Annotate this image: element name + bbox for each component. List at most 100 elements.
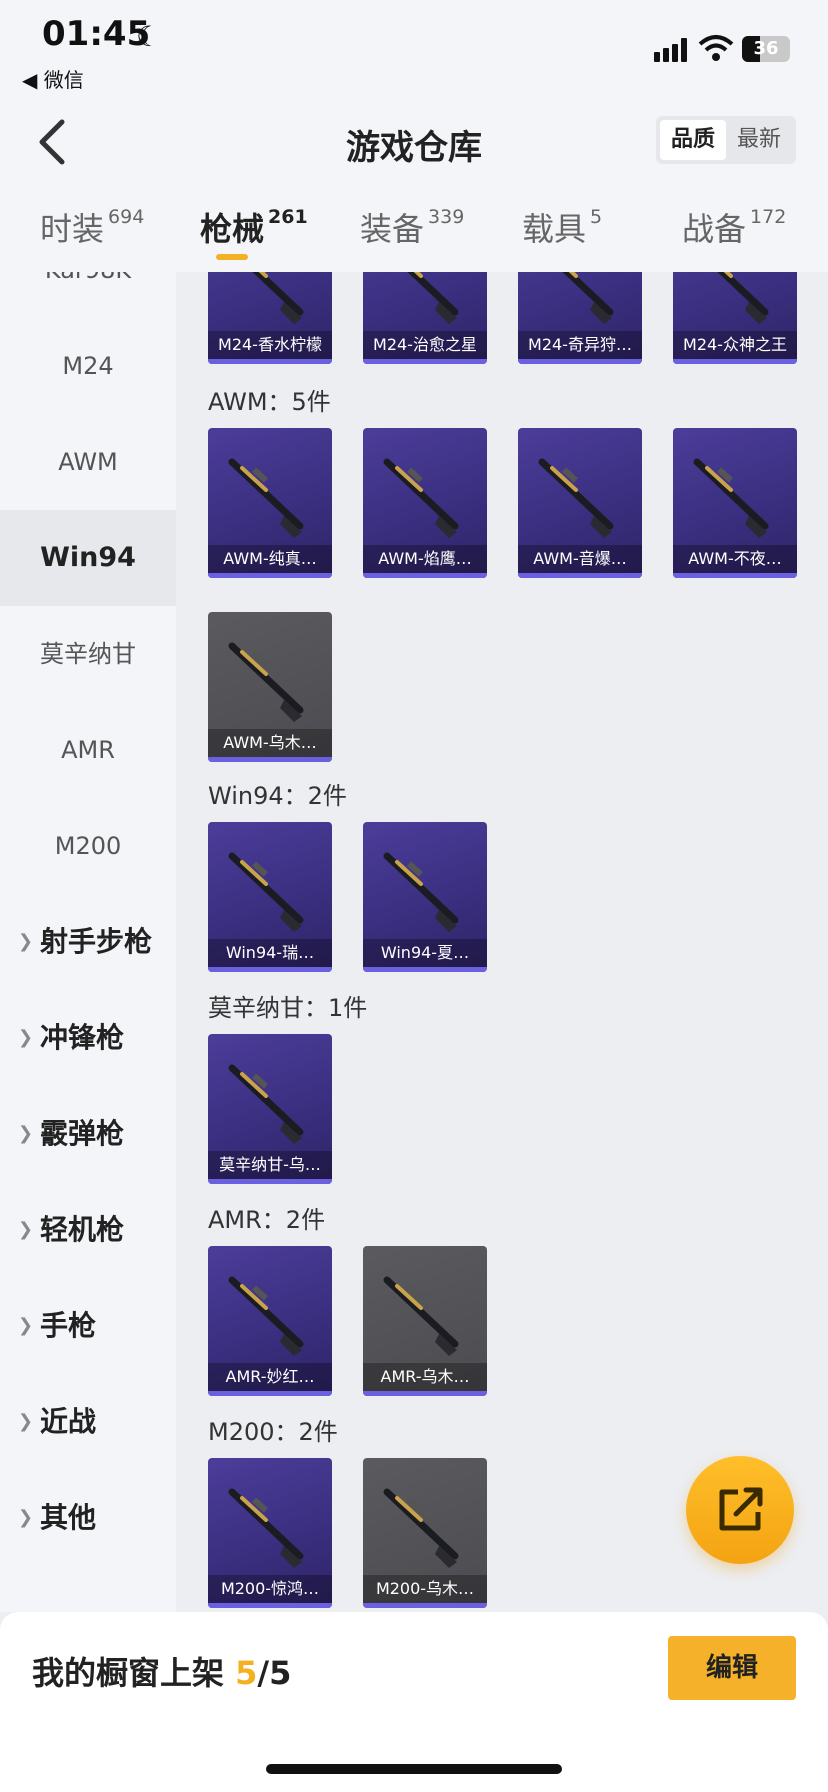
rarity-bar [363,1391,487,1396]
sort-newest-button[interactable]: 最新 [726,120,792,160]
sidebar-group-label: 轻机枪 [40,1213,125,1246]
weapon-card-label: AMR-妙红… [208,1363,332,1391]
rarity-bar [208,1179,332,1184]
wifi-icon [698,35,734,61]
sidebar-group-label: 冲锋枪 [40,1021,125,1054]
weapon-card[interactable]: Win94-瑞… [208,822,332,972]
tab-label: 战备 [682,210,747,248]
sidebar-group-shotgun[interactable]: ❯ 霰弹枪 [0,1086,176,1182]
sidebar-group-lmg[interactable]: ❯ 轻机枪 [0,1182,176,1278]
sidebar-group-label: 手枪 [40,1309,97,1342]
sort-toggle: 品质 最新 [656,116,796,164]
sidebar-group-pistol[interactable]: ❯ 手枪 [0,1278,176,1374]
weapon-card-label: AWM-纯真… [208,545,332,573]
weapon-card-label: M200-乌木… [363,1575,487,1603]
weapon-card-label: M200-惊鸿… [208,1575,332,1603]
sidebar-item-awm[interactable]: AWM [0,414,176,510]
sidebar-item-m24[interactable]: M24 [0,318,176,414]
tab-label: 时装 [40,210,105,248]
edit-button[interactable]: 编辑 [668,1636,796,1700]
rarity-bar [208,757,332,762]
weapon-card-label: Win94-夏… [363,939,487,967]
section-title-awm: AWM：5件 [208,388,331,416]
rifle-icon [222,272,318,328]
showcase-status: 我的橱窗上架 5/5 [32,1648,291,1694]
rarity-bar [518,359,642,364]
weapon-card-label: M24-奇异狩… [518,331,642,359]
home-indicator [266,1764,562,1774]
sidebar-item-kar98k[interactable]: Kar98K [0,272,176,318]
sidebar-item-amr[interactable]: AMR [0,702,176,798]
sort-quality-button[interactable]: 品质 [660,120,726,160]
tab-count: 339 [428,206,465,228]
weapon-card[interactable]: M200-乌木… [363,1458,487,1608]
weapon-grid: M24-香水柠檬 M24-治愈之星 M24-奇异狩… M24-众神之王 AWM：… [176,272,828,1612]
weapon-card-label: AWM-乌木… [208,729,332,757]
weapon-card[interactable]: AMR-妙红… [208,1246,332,1396]
tab-label: 装备 [360,210,425,248]
sidebar-group-dmr[interactable]: ❯ 射手步枪 [0,894,176,990]
weapon-card[interactable]: Win94-夏… [363,822,487,972]
weapon-card-label: AMR-乌木… [363,1363,487,1391]
rifle-icon [687,446,783,542]
share-button[interactable] [686,1456,794,1564]
back-to-app-link[interactable]: ◀ 微信 [22,64,84,93]
rifle-icon [222,446,318,542]
weapon-card[interactable]: M24-奇异狩… [518,272,642,364]
rifle-icon [377,1476,473,1572]
tab-equipment[interactable]: 装备 339 [360,204,464,250]
tab-count: 5 [590,206,603,228]
tab-firearms[interactable]: 枪械 261 [200,204,308,250]
rifle-icon [377,840,473,936]
header: 游戏仓库 品质 最新 [0,96,828,192]
weapon-card[interactable]: M24-香水柠檬 [208,272,332,364]
weapon-card[interactable]: M24-众神之王 [673,272,797,364]
tab-supplies[interactable]: 战备 172 [682,204,786,250]
rifle-icon [377,446,473,542]
section-title-mosin: 莫辛纳甘：1件 [208,994,368,1022]
weapon-card-label: Win94-瑞… [208,939,332,967]
showcase-total: /5 [257,1654,292,1692]
rifle-icon [687,272,783,328]
weapon-card[interactable]: AWM-纯真… [208,428,332,578]
sidebar-group-melee[interactable]: ❯ 近战 [0,1374,176,1470]
rarity-bar [208,1603,332,1608]
rifle-icon [532,272,628,328]
sidebar-item-mosin[interactable]: 莫辛纳甘 [0,606,176,702]
rarity-bar [363,967,487,972]
rifle-icon [222,840,318,936]
weapon-card-label: AWM-不夜… [673,545,797,573]
tab-vehicles[interactable]: 载具 5 [522,204,602,250]
weapon-card[interactable]: AMR-乌木… [363,1246,487,1396]
weapon-card-label: AWM-焰鹰… [363,545,487,573]
rarity-bar [673,573,797,578]
weapon-card[interactable]: AWM-焰鹰… [363,428,487,578]
chevron-right-icon: ❯ [18,1123,34,1144]
tab-label: 枪械 [200,210,265,248]
sidebar-group-smg[interactable]: ❯ 冲锋枪 [0,990,176,1086]
weapon-card[interactable]: M24-治愈之星 [363,272,487,364]
rifle-icon [222,1476,318,1572]
rifle-icon [377,1264,473,1360]
weapon-card[interactable]: AWM-不夜… [673,428,797,578]
chevron-right-icon: ❯ [18,931,34,952]
signal-icon [654,38,690,62]
rarity-bar [208,573,332,578]
weapon-card[interactable]: AWM-乌木… [208,612,332,762]
weapon-card[interactable]: 莫辛纳甘-乌… [208,1034,332,1184]
sidebar-item-m200[interactable]: M200 [0,798,176,894]
weapon-card[interactable]: M200-惊鸿… [208,1458,332,1608]
tab-count: 694 [108,206,145,228]
sidebar-group-other[interactable]: ❯ 其他 [0,1470,176,1566]
status-bar: 01:45 ☾ ◀ 微信 36 [0,0,828,96]
chevron-right-icon: ❯ [18,1219,34,1240]
rarity-bar [673,359,797,364]
tab-fashion[interactable]: 时装 694 [40,204,144,250]
chevron-right-icon: ❯ [18,1315,34,1336]
sidebar-item-win94[interactable]: Win94 [0,510,176,606]
weapon-card[interactable]: AWM-音爆… [518,428,642,578]
sidebar-group-label: 近战 [40,1405,97,1438]
rarity-bar [363,573,487,578]
weapon-card-label: AWM-音爆… [518,545,642,573]
showcase-label: 我的橱窗上架 [32,1654,236,1692]
